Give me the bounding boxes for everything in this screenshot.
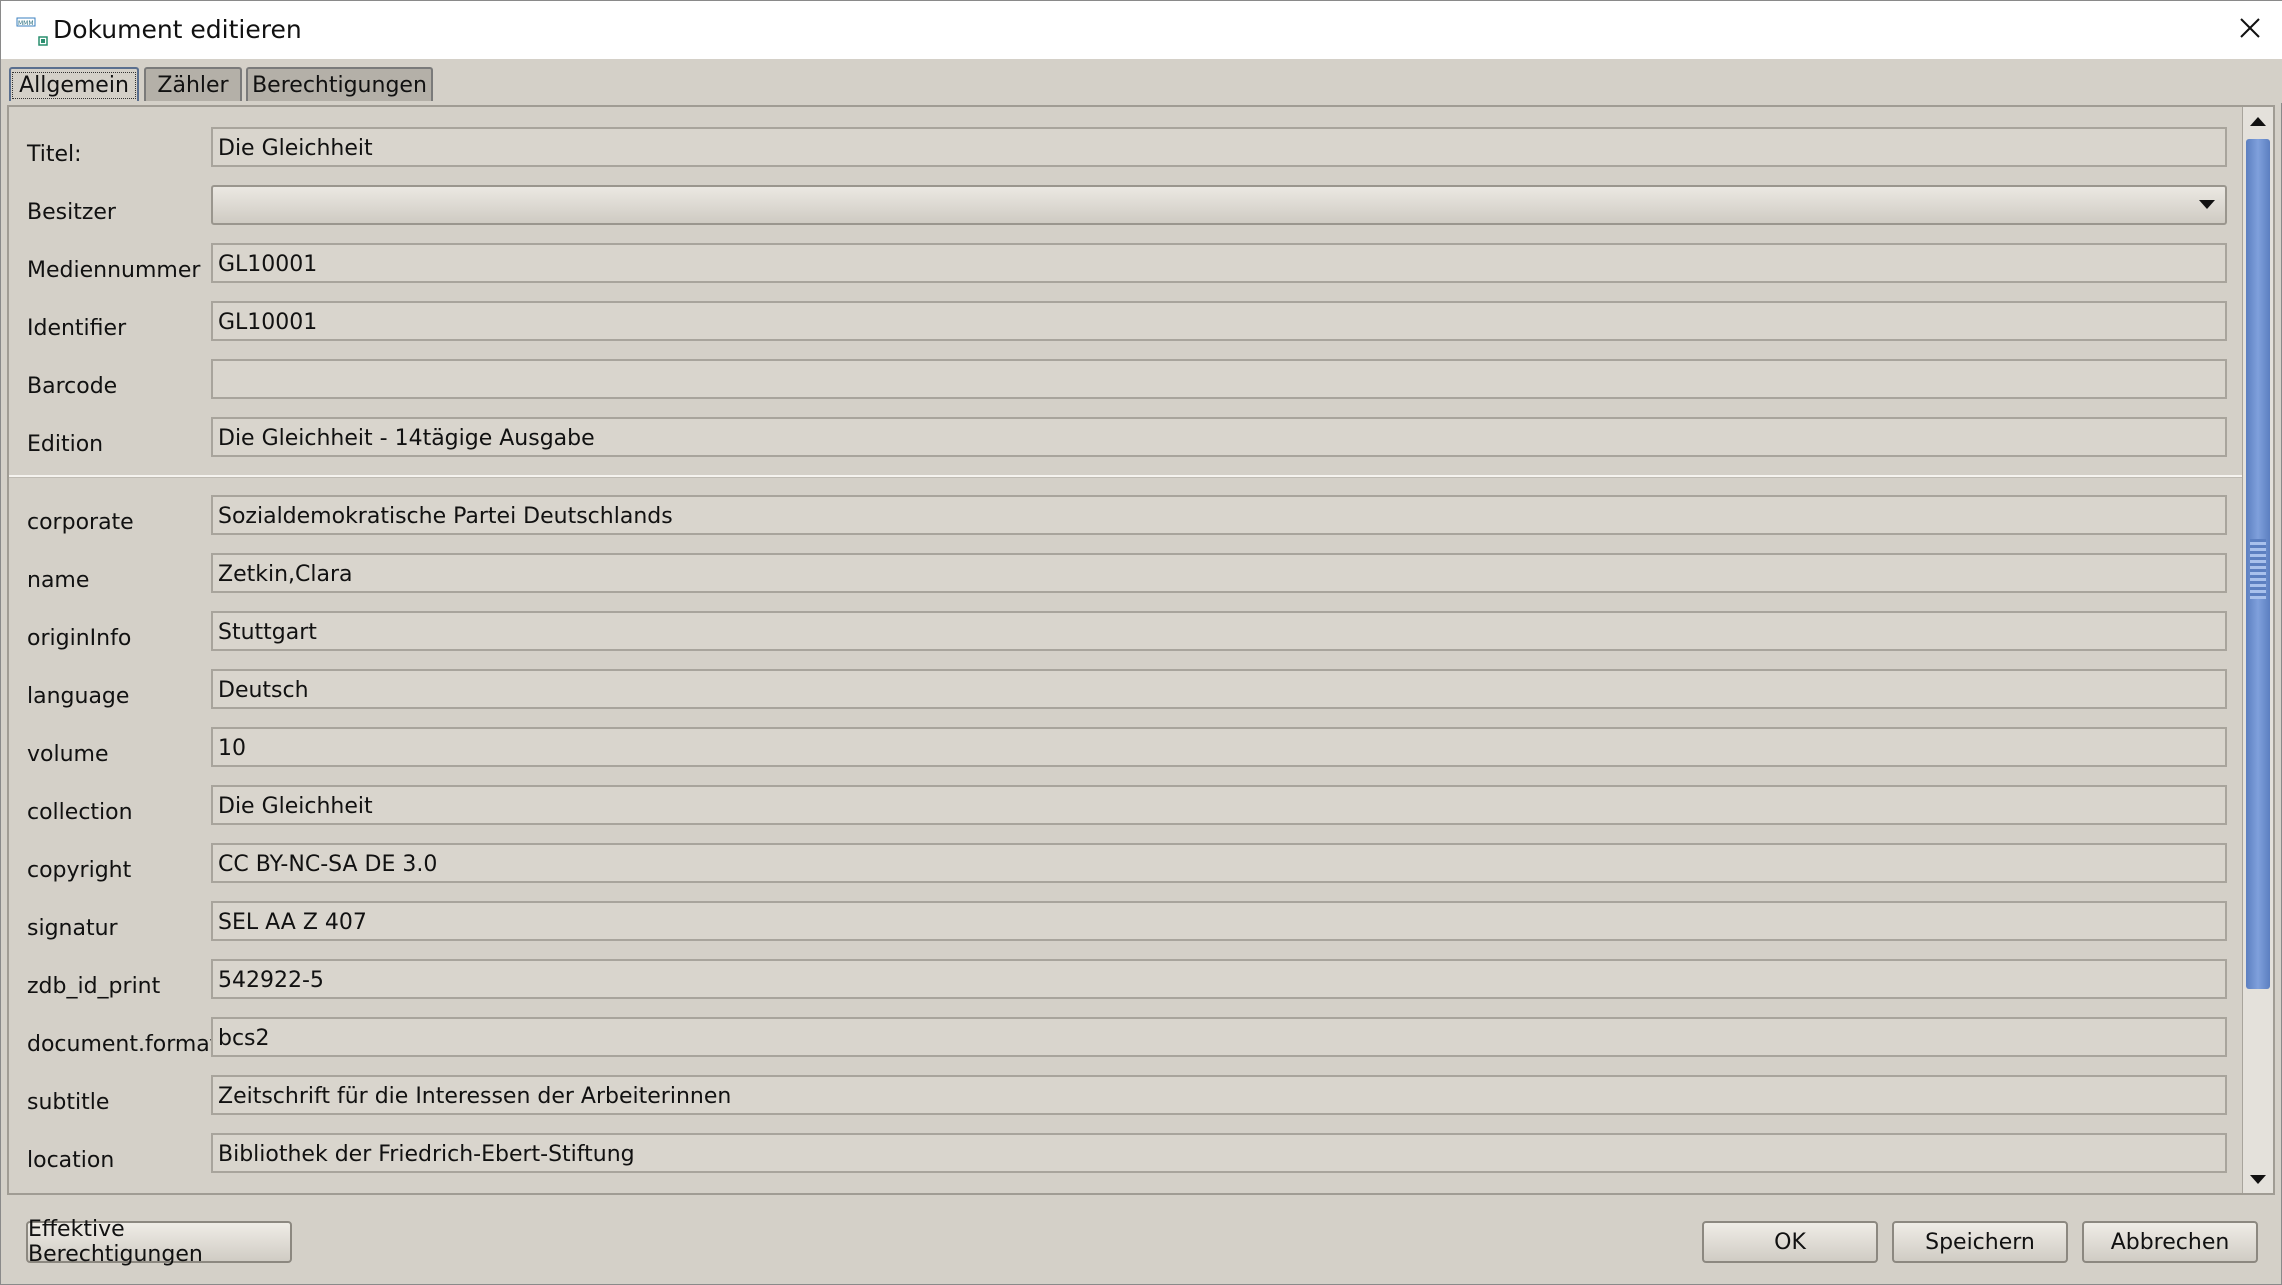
tab-label: Zähler: [157, 72, 229, 98]
save-button[interactable]: Speichern: [1892, 1221, 2068, 1263]
metadata-label: name: [27, 568, 90, 593]
field-row-identifier: Identifier GL10001: [9, 299, 2243, 357]
metadata-row-collection: collection Die Gleichheit: [9, 783, 2243, 841]
metadata-row-volume: volume 10: [9, 725, 2243, 783]
close-button[interactable]: [2217, 1, 2282, 59]
window-title: Dokument editieren: [53, 15, 302, 44]
vertical-scrollbar[interactable]: [2242, 107, 2273, 1193]
metadata-label: subtitle: [27, 1090, 110, 1115]
metadata-label: location: [27, 1148, 115, 1173]
name-input[interactable]: Zetkin,Clara: [211, 553, 2227, 593]
metadata-row-subtitle: subtitle Zeitschrift für die Interessen …: [9, 1073, 2243, 1131]
metadata-row-copyright: copyright CC BY-NC-SA DE 3.0: [9, 841, 2243, 899]
cancel-button[interactable]: Abbrechen: [2082, 1221, 2258, 1263]
section-divider: [9, 475, 2243, 478]
metadata-label: zdb_id_print: [27, 974, 161, 999]
grip-icon: [2250, 539, 2266, 599]
svg-text:MMM: MMM: [18, 20, 34, 27]
metadata-row-zdb-id-print: zdb_id_print 542922-5: [9, 957, 2243, 1015]
field-row-edition: Edition Die Gleichheit - 14tägige Ausgab…: [9, 415, 2243, 473]
volume-input[interactable]: 10: [211, 727, 2227, 767]
collection-input[interactable]: Die Gleichheit: [211, 785, 2227, 825]
metadata-row-language: language Deutsch: [9, 667, 2243, 725]
field-row-titel: Titel: Die Gleichheit: [9, 125, 2243, 183]
subtitle-input[interactable]: Zeitschrift für die Interessen der Arbei…: [211, 1075, 2227, 1115]
field-label: Titel:: [27, 142, 82, 167]
field-label: Besitzer: [27, 200, 116, 225]
effective-permissions-button[interactable]: Effektive Berechtigungen: [26, 1217, 292, 1267]
metadata-label: signatur: [27, 916, 118, 941]
metadata-label: language: [27, 684, 130, 709]
origininfo-input[interactable]: Stuttgart: [211, 611, 2227, 651]
copyright-input[interactable]: CC BY-NC-SA DE 3.0: [211, 843, 2227, 883]
scroll-up-button[interactable]: [2243, 107, 2273, 135]
metadata-label: document.format: [27, 1032, 219, 1057]
chevron-down-icon: [2199, 200, 2215, 209]
arrow-down-icon: [2250, 1174, 2266, 1184]
tab-bar: Allgemein Zähler Berechtigungen: [1, 59, 2282, 103]
field-row-barcode: Barcode: [9, 357, 2243, 415]
edition-input[interactable]: Die Gleichheit - 14tägige Ausgabe: [211, 417, 2227, 457]
tab-allgemein[interactable]: Allgemein: [9, 67, 139, 101]
metadata-label: originInfo: [27, 626, 132, 651]
language-input[interactable]: Deutsch: [211, 669, 2227, 709]
metadata-row-location: location Bibliothek der Friedrich-Ebert-…: [9, 1131, 2243, 1189]
metadata-row-signatur: signatur SEL AA Z 407: [9, 899, 2243, 957]
arrow-up-icon: [2250, 116, 2266, 126]
field-label: Identifier: [27, 316, 127, 341]
tab-berechtigungen[interactable]: Berechtigungen: [246, 67, 433, 101]
title-bar: MMM Dokument editieren: [1, 1, 2282, 60]
metadata-row-origininfo: originInfo Stuttgart: [9, 609, 2243, 667]
close-icon: [2239, 17, 2261, 43]
besitzer-select[interactable]: [211, 185, 2227, 225]
tab-zaehler[interactable]: Zähler: [144, 67, 242, 101]
field-label: Mediennummer: [27, 258, 201, 283]
scroll-down-button[interactable]: [2243, 1165, 2273, 1193]
zdb-id-print-input[interactable]: 542922-5: [211, 959, 2227, 999]
barcode-input[interactable]: [211, 359, 2227, 399]
corporate-input[interactable]: Sozialdemokratische Partei Deutschlands: [211, 495, 2227, 535]
ok-button[interactable]: OK: [1702, 1221, 1878, 1263]
metadata-label: copyright: [27, 858, 132, 883]
metadata-label: collection: [27, 800, 133, 825]
metadata-label: volume: [27, 742, 109, 767]
location-input[interactable]: Bibliothek der Friedrich-Ebert-Stiftung: [211, 1133, 2227, 1173]
field-row-besitzer: Besitzer: [9, 183, 2243, 241]
document-format-input[interactable]: bcs2: [211, 1017, 2227, 1057]
identifier-input[interactable]: GL10001: [211, 301, 2227, 341]
mediennummer-input[interactable]: GL10001: [211, 243, 2227, 283]
signatur-input[interactable]: SEL AA Z 407: [211, 901, 2227, 941]
tab-label: Allgemein: [12, 71, 136, 99]
document-app-icon: MMM: [15, 15, 49, 49]
metadata-row-name: name Zetkin,Clara: [9, 551, 2243, 609]
tab-label: Berechtigungen: [252, 72, 427, 98]
field-label: Barcode: [27, 374, 118, 399]
field-row-mediennummer: Mediennummer GL10001: [9, 241, 2243, 299]
general-panel: Titel: Die Gleichheit Besitzer Mediennum…: [7, 105, 2275, 1195]
field-label: Edition: [27, 432, 104, 457]
metadata-row-document-format: document.format bcs2: [9, 1015, 2243, 1073]
scrollbar-thumb[interactable]: [2246, 139, 2270, 989]
metadata-row-corporate: corporate Sozialdemokratische Partei Deu…: [9, 493, 2243, 551]
edit-document-dialog: MMM Dokument editieren Allgemein Zähler …: [0, 0, 2282, 1285]
metadata-label: corporate: [27, 510, 134, 535]
titel-input[interactable]: Die Gleichheit: [211, 127, 2227, 167]
